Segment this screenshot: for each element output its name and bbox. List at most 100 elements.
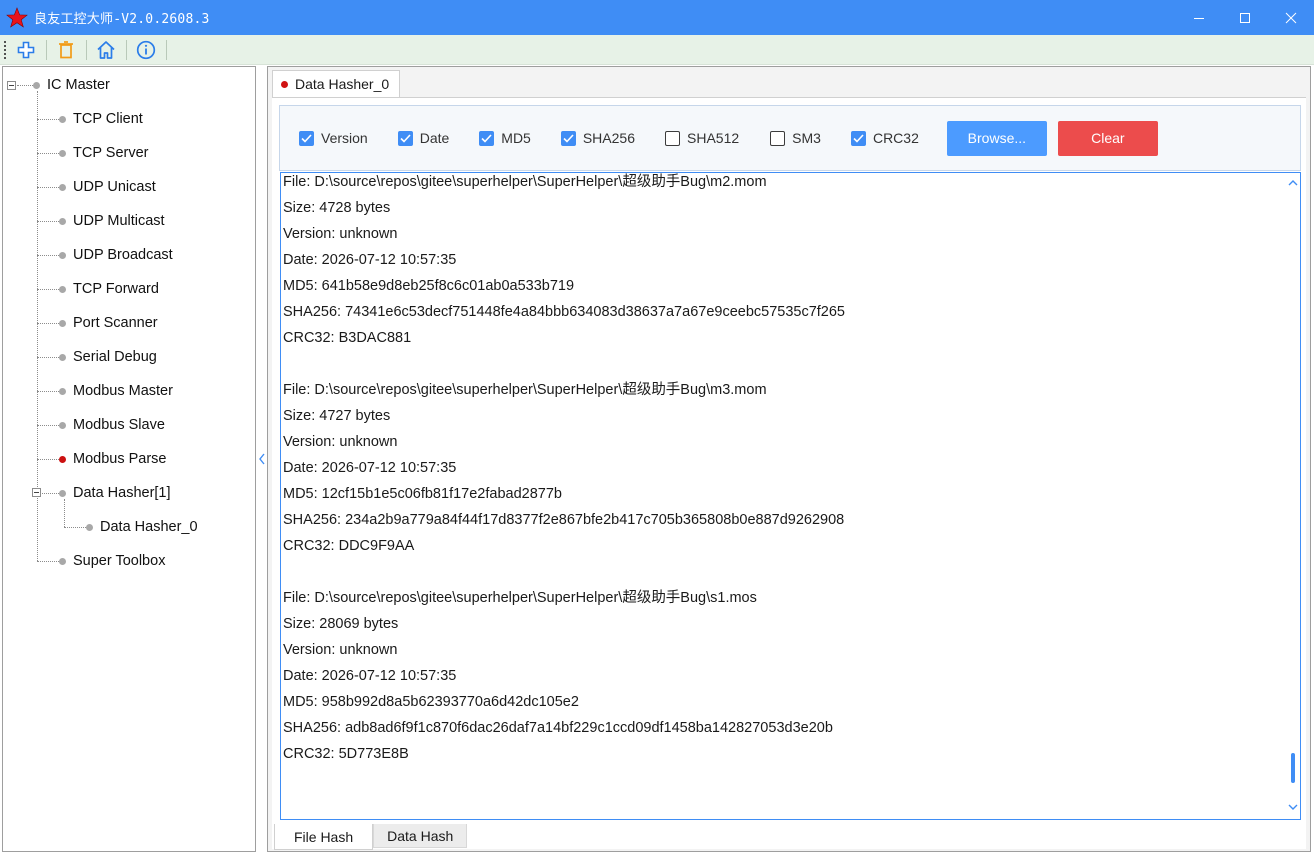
option-sha256[interactable]: SHA256 <box>560 130 635 146</box>
home-button[interactable] <box>93 37 119 63</box>
tree-node-label: TCP Client <box>73 111 143 127</box>
option-sm3[interactable]: SM3 <box>770 130 821 146</box>
output-line: MD5: 12cf15b1e5c06fb81f17e2fabad2877b <box>283 486 562 502</box>
node-dot-icon <box>86 523 93 531</box>
toolbar-grip[interactable] <box>3 39 7 60</box>
navigation-tree[interactable]: IC Master TCP Client TCP Server UDP Unic… <box>2 66 256 852</box>
tree-item-port-scanner[interactable]: Port Scanner <box>59 313 158 333</box>
scroll-up-icon[interactable] <box>1288 179 1298 189</box>
vertical-scrollbar[interactable] <box>1288 177 1298 815</box>
hash-options-bar: Version Date MD5 SHA256 SHA512 SM3 CRC32… <box>279 105 1301 171</box>
tree-item-modbus-master[interactable]: Modbus Master <box>59 381 173 401</box>
browse-button[interactable]: Browse... <box>946 120 1047 156</box>
toolbar <box>0 35 1314 65</box>
hash-output-textbox[interactable]: File: D:\source\repos\gitee\superhelper\… <box>280 172 1301 820</box>
output-line: Size: 4728 bytes <box>283 200 391 216</box>
tree-node-label: TCP Server <box>73 145 149 161</box>
checkbox-checked-icon[interactable] <box>299 130 314 146</box>
tree-root-ic-master[interactable]: IC Master <box>33 75 110 95</box>
option-label: CRC32 <box>872 130 919 146</box>
scroll-down-icon[interactable] <box>1288 803 1298 813</box>
option-label: Version <box>321 130 368 146</box>
tree-item-udp-broadcast[interactable]: UDP Broadcast <box>59 245 173 265</box>
output-line: File: D:\source\repos\gitee\superhelper\… <box>283 590 757 606</box>
option-version[interactable]: Version <box>299 130 368 146</box>
toolbar-separator <box>166 39 167 60</box>
option-label: SHA256 <box>582 130 635 146</box>
clear-button[interactable]: Clear <box>1057 120 1158 156</box>
option-md5[interactable]: MD5 <box>479 130 531 146</box>
node-active-dot-icon <box>59 455 66 463</box>
info-icon <box>136 40 156 59</box>
root-collapse-icon[interactable] <box>7 81 16 90</box>
main-panel: Data Hasher_0 Version Date MD5 SHA256 SH <box>267 66 1311 852</box>
tree-item-serial-debug[interactable]: Serial Debug <box>59 347 157 367</box>
tree-node-label: Modbus Parse <box>73 451 167 467</box>
add-icon <box>17 41 35 58</box>
tree-item-tcp-client[interactable]: TCP Client <box>59 109 143 129</box>
data-hasher-collapse-icon[interactable] <box>32 488 41 497</box>
output-line: CRC32: DDC9F9AA <box>283 538 415 554</box>
output-line: MD5: 641b58e9d8eb25f8c6c01ab0a533b719 <box>283 278 575 294</box>
maximize-icon <box>1240 12 1250 23</box>
option-label: MD5 <box>501 130 531 146</box>
home-icon <box>97 40 115 59</box>
node-dot-icon <box>59 557 66 565</box>
node-dot-icon <box>59 387 66 395</box>
tab-file-hash[interactable]: File Hash <box>274 824 374 850</box>
output-line: Date: 2026-07-12 10:57:35 <box>283 460 457 476</box>
node-dot-icon <box>33 81 40 89</box>
info-button[interactable] <box>133 37 159 63</box>
node-dot-icon <box>59 285 66 293</box>
output-line: CRC32: 5D773E8B <box>283 746 409 762</box>
close-button[interactable] <box>1268 0 1314 35</box>
tab-label: Data Hasher_0 <box>295 76 390 92</box>
tree-node-label: UDP Unicast <box>73 179 156 195</box>
checkbox-checked-icon[interactable] <box>397 130 413 146</box>
tree-item-modbus-parse[interactable]: Modbus Parse <box>59 449 167 469</box>
tree-item-udp-multicast[interactable]: UDP Multicast <box>59 211 165 231</box>
tree-item-super-toolbox[interactable]: Super Toolbox <box>59 551 165 571</box>
tab-data-hasher-0[interactable]: Data Hasher_0 <box>272 70 401 97</box>
checkbox-checked-icon[interactable] <box>560 130 576 146</box>
output-line: Size: 4727 bytes <box>283 408 391 424</box>
tree-item-tcp-server[interactable]: TCP Server <box>59 143 148 163</box>
tree-node-label: TCP Forward <box>73 281 159 297</box>
maximize-button[interactable] <box>1222 0 1268 35</box>
tree-item-udp-unicast[interactable]: UDP Unicast <box>59 177 156 197</box>
minimize-button[interactable] <box>1176 0 1222 35</box>
toolbar-separator <box>46 39 47 60</box>
delete-icon <box>59 40 73 58</box>
tree-node-label: UDP Multicast <box>73 213 165 229</box>
checkbox-unchecked-icon[interactable] <box>770 130 786 146</box>
tree-item-data-hasher[interactable]: Data Hasher[1] <box>59 483 171 503</box>
tree-item-modbus-slave[interactable]: Modbus Slave <box>59 415 165 435</box>
option-label: SHA512 <box>687 130 740 146</box>
tab-data-hash[interactable]: Data Hash <box>373 824 468 848</box>
checkbox-unchecked-icon[interactable] <box>665 130 680 146</box>
scrollbar-thumb[interactable] <box>1291 753 1295 783</box>
title-bar[interactable]: 良友工控大师-V2.0.2608.3 <box>0 0 1314 35</box>
tree-item-tcp-forward[interactable]: TCP Forward <box>59 279 159 299</box>
checkbox-checked-icon[interactable] <box>850 130 866 146</box>
tree-node-label: Port Scanner <box>73 315 158 331</box>
node-dot-icon <box>59 489 66 497</box>
node-dot-icon <box>59 183 66 191</box>
checkbox-checked-icon[interactable] <box>479 130 495 146</box>
option-crc32[interactable]: CRC32 <box>850 130 919 146</box>
tree-node-label: Data Hasher[1] <box>73 485 171 501</box>
toolbar-separator <box>86 39 87 60</box>
output-line: MD5: 958b992d8a5b62393770a6d42dc105e2 <box>283 694 579 710</box>
output-line: CRC32: B3DAC881 <box>283 330 412 346</box>
option-sha512[interactable]: SHA512 <box>665 130 739 146</box>
output-line: File: D:\source\repos\gitee\superhelper\… <box>283 174 767 190</box>
data-hasher-view: Version Date MD5 SHA256 SHA512 SM3 CRC32… <box>272 97 1306 850</box>
tree-item-data-hasher-0[interactable]: Data Hasher_0 <box>86 517 198 537</box>
tree-node-label: Super Toolbox <box>73 553 166 569</box>
delete-button[interactable] <box>53 37 79 63</box>
collapse-panel-chevron-icon[interactable] <box>258 452 266 466</box>
add-button[interactable] <box>13 37 39 63</box>
option-date[interactable]: Date <box>397 130 449 146</box>
